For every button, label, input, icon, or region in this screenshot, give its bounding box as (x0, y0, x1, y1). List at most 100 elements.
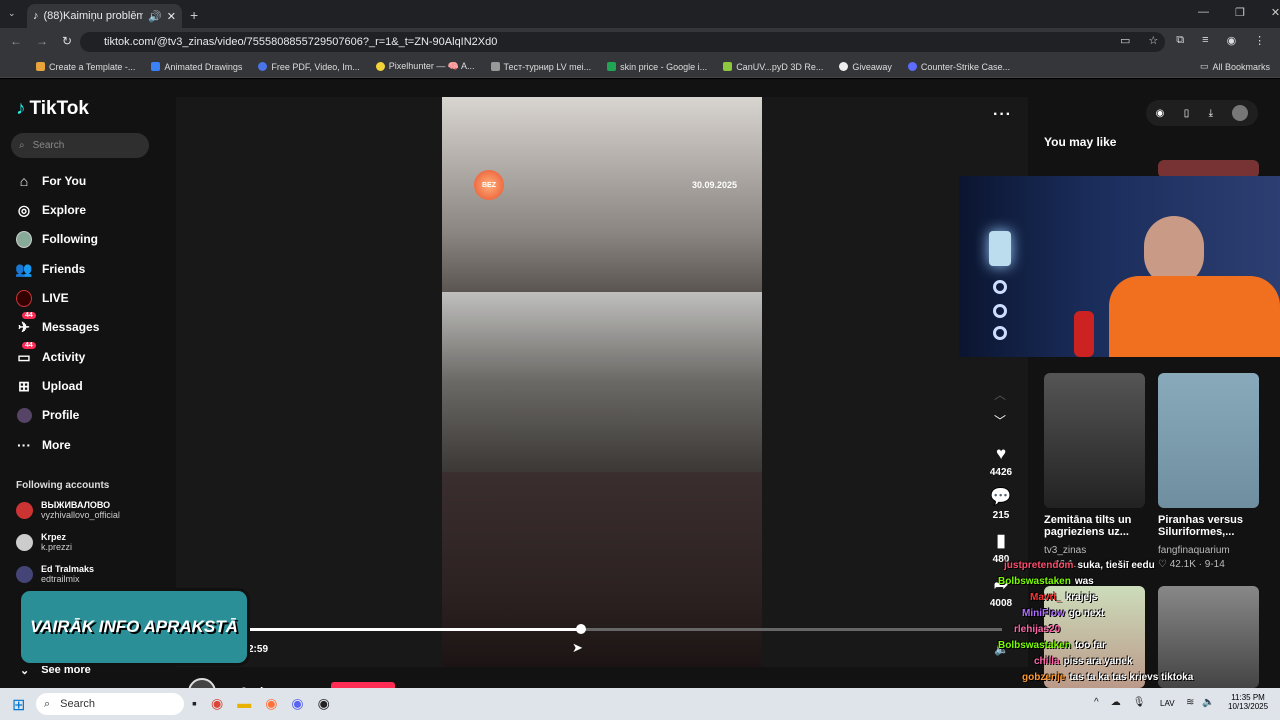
like-count: 4426 (989, 467, 1013, 478)
discord-icon[interactable]: ◉ (291, 695, 303, 712)
close-tab-icon[interactable]: ✕ (167, 10, 176, 23)
cast-icon[interactable]: ▭ (1120, 34, 1130, 47)
comment-icon: 💬 (990, 487, 1012, 506)
chat-line: Bolbswastaken was (998, 576, 1094, 587)
bookmark-star-icon[interactable]: ☆ (1148, 34, 1158, 47)
tab-list-icon[interactable]: ⌄ (8, 8, 16, 19)
nav-activity[interactable]: ▭ 44 Activity (16, 342, 85, 368)
bookmark-item[interactable]: skin price - Google i... (607, 62, 707, 72)
streamer-webcam (959, 176, 1280, 357)
account-handle: k.prezzi (41, 542, 73, 552)
nav-messages[interactable]: ✈ 44 Messages (16, 312, 99, 338)
more-options-icon[interactable]: ··· (993, 106, 1012, 124)
bookmark-label: Free PDF, Video, Im... (271, 61, 360, 72)
video-time: 2:59 (248, 644, 269, 655)
user-avatar[interactable] (1232, 105, 1249, 121)
progress-fill (250, 628, 581, 631)
chat-line: justpretendom suka, tiešiī eedu (1004, 560, 1155, 571)
taskbar-search[interactable]: ⌕ Search (36, 693, 184, 715)
coin-icon[interactable]: ◉ (1156, 108, 1165, 119)
nav-following[interactable]: Following (16, 228, 98, 250)
progress-handle[interactable] (575, 624, 586, 634)
video-frame-middle[interactable] (442, 292, 762, 472)
microphone-icon[interactable]: 🎙 (1133, 697, 1146, 708)
search-input[interactable]: ⌕ Search (11, 133, 149, 158)
close-window-icon[interactable]: ✕ (1271, 6, 1280, 19)
wifi-icon[interactable]: ≋ (1186, 697, 1194, 708)
bookmark-item[interactable]: Giveaway (839, 62, 892, 72)
following-account[interactable]: ВЫЖИВАЛОВО vyzhivallovo_official (16, 500, 120, 520)
extensions-icon[interactable]: ⧉ (1176, 34, 1184, 47)
reload-icon[interactable]: ↻ (62, 34, 72, 48)
card-title[interactable]: Zemitāna tilts un pagrieziens uz... (1044, 514, 1154, 538)
chat-message: tas ta ka tas krievs tiktoka (1069, 672, 1194, 683)
bookmark-item[interactable]: CanUV...pyD 3D Re... (723, 62, 823, 72)
kebab-menu-icon[interactable]: ⋮ (1254, 34, 1265, 47)
taskbar-clock[interactable]: 11:35 PM 10/13/2025 (1228, 693, 1268, 711)
next-video-icon[interactable]: ﹀ (994, 412, 1006, 429)
all-bookmarks[interactable]: ▭ All Bookmarks (1200, 61, 1270, 72)
file-explorer-icon[interactable]: ▬ (237, 695, 251, 712)
bookmark-item[interactable]: Animated Drawings (151, 62, 242, 72)
language-indicator[interactable]: LAV (1160, 699, 1175, 708)
firefox-icon[interactable]: ◉ (265, 695, 277, 712)
tab-search-icon[interactable]: ≡ (1202, 34, 1208, 47)
chrome-icon[interactable]: ◉ (211, 695, 223, 712)
nav-more[interactable]: ··· More (16, 434, 71, 456)
suggested-thumbnail[interactable] (1158, 373, 1259, 508)
card-title[interactable]: Piranhas versus Siluriformes,... (1158, 514, 1268, 538)
nav-for-you[interactable]: ⌂ For You (16, 170, 86, 192)
nav-label: Friends (42, 262, 86, 276)
bookmark-item[interactable]: Free PDF, Video, Im... (258, 61, 360, 72)
following-account[interactable]: Ed Tralmaks edtrailmix (16, 564, 94, 584)
profile-avatar-icon[interactable]: ◉ (1227, 34, 1237, 47)
back-icon[interactable]: ← (10, 34, 22, 48)
forward-icon[interactable]: → (36, 34, 48, 48)
video-date: 30.09.2025 (692, 180, 738, 190)
bookmark-label: Pixelhunter — 🧠 A... (388, 61, 475, 71)
account-name: Ed Tralmaks (41, 564, 95, 574)
nav-label: Upload (42, 379, 83, 393)
live-icon (16, 289, 32, 307)
comment-button[interactable]: 💬 215 (986, 487, 1016, 521)
activity-badge: 44 (22, 342, 36, 349)
previous-video-icon[interactable]: ︿ (994, 386, 1006, 403)
download-icon[interactable]: ⤓ (1209, 108, 1213, 119)
task-view-icon[interactable]: ▪ (192, 695, 197, 712)
bookmark-item[interactable]: Pixelhunter — 🧠 A... (375, 61, 475, 72)
address-bar[interactable]: tiktok.com/@tv3_zinas/video/755580885572… (80, 32, 1165, 52)
cloud-icon[interactable]: ☁ (1111, 697, 1121, 708)
chat-user: chilla (1034, 656, 1060, 667)
obs-icon[interactable]: ◉ (318, 695, 330, 712)
speaker-icon[interactable]: 🔊 (148, 10, 162, 23)
chat-user: Mavri_ (1030, 592, 1062, 603)
bookmark-item[interactable]: Тест-турнир LV mei... (490, 62, 591, 72)
nav-friends[interactable]: 👥 Friends (15, 258, 86, 280)
nav-explore[interactable]: ◎ Explore (16, 199, 86, 221)
nav-label: More (42, 438, 71, 452)
new-tab-icon[interactable]: + (190, 7, 198, 23)
tab-active[interactable]: ♪ (88)Kaimiņu problēmas da... 🔊 ✕ (27, 4, 182, 28)
speaker-icon[interactable]: 🔈 (1202, 697, 1214, 708)
like-button[interactable]: ♥ 4426 (986, 444, 1016, 478)
card-author[interactable]: tv3_zinas (1044, 545, 1086, 556)
following-account[interactable]: Krpez k.prezzi (16, 532, 72, 552)
following-avatar-icon (16, 230, 32, 248)
nav-profile[interactable]: Profile (16, 404, 79, 426)
chat-user: justpretendom (1004, 560, 1074, 571)
bookmark-item[interactable]: Create a Template -... (36, 62, 135, 72)
chat-message: was (1074, 576, 1094, 587)
minimize-icon[interactable]: — (1198, 6, 1209, 19)
video-frame-bottom[interactable] (442, 472, 762, 667)
tiktok-logo[interactable]: ♪ TikTok (16, 98, 89, 120)
nav-label: Profile (42, 408, 80, 422)
device-icon[interactable]: ▯ (1184, 108, 1190, 119)
maximize-icon[interactable]: ❐ (1235, 6, 1245, 19)
card-author[interactable]: fangfinaquarium (1158, 545, 1230, 556)
suggested-thumbnail[interactable] (1044, 373, 1145, 508)
tray-chevron-icon[interactable]: ^ (1094, 697, 1099, 708)
bookmark-item[interactable]: Counter-Strike Case... (907, 62, 1010, 72)
nav-upload[interactable]: ⊞ Upload (16, 375, 83, 397)
windows-start-icon[interactable]: ⊞ (12, 695, 25, 715)
nav-live[interactable]: LIVE (16, 287, 69, 309)
